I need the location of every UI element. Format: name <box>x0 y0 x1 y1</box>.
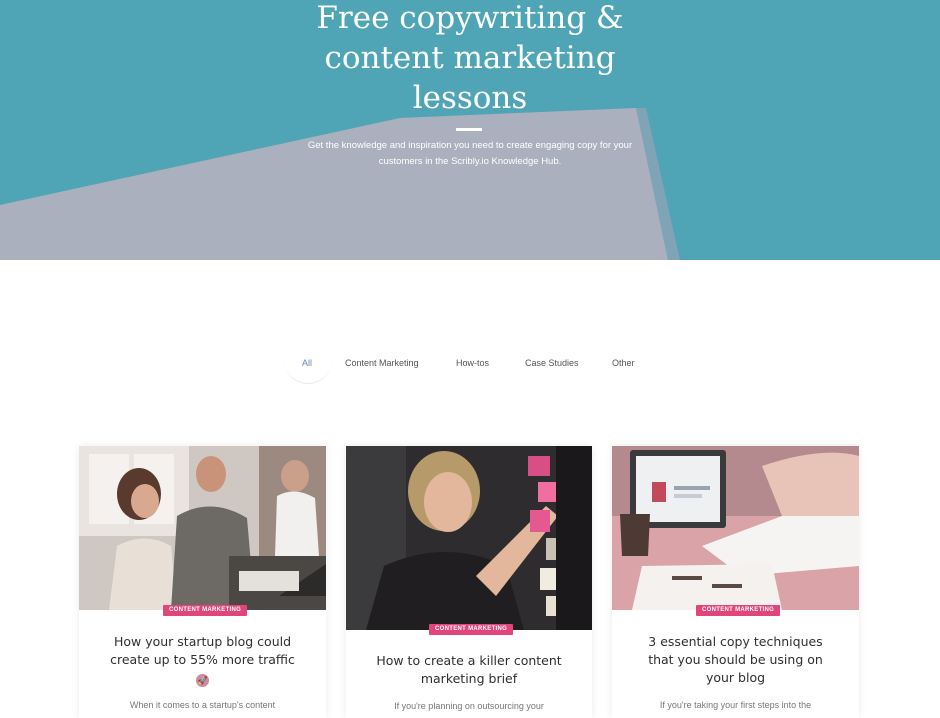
category-badge[interactable]: CONTENT MARKETING <box>696 605 781 616</box>
article-title-line-1: 3 essential copy techniques <box>648 634 823 649</box>
hero-subtitle: Get the knowledge and inspiration you ne… <box>290 138 650 170</box>
article-title-line-2: that you should be using on <box>648 652 823 667</box>
article-image-laptop-coffee[interactable] <box>612 446 859 610</box>
article-title-line-1: How to create a killer content <box>376 653 562 668</box>
article-image-sticky-notes[interactable] <box>346 446 592 630</box>
tab-case-studies[interactable]: Case Studies <box>525 358 579 368</box>
category-badge[interactable]: CONTENT MARKETING <box>163 605 248 616</box>
page-title: Free copywriting & content marketing les… <box>0 0 940 118</box>
tab-other[interactable]: Other <box>612 358 635 368</box>
article-title-line-1: How your startup blog could <box>113 634 292 649</box>
category-filter-tabs: All Content Marketing How-tos Case Studi… <box>0 354 940 384</box>
hero-subtitle-line-2: customers in the Scribly.io Knowledge Hu… <box>378 156 562 167</box>
article-card-2[interactable]: CONTENT MARKETING How to create a killer… <box>346 446 592 718</box>
hero-banner: Free copywriting & content marketing les… <box>0 0 940 260</box>
page-title-line-1: Free copywriting & <box>316 0 624 36</box>
article-excerpt: If you're planning on outsourcing your <box>394 701 544 711</box>
article-excerpt: If you're taking your first steps into t… <box>659 700 812 710</box>
tab-all[interactable]: All <box>302 358 312 368</box>
tab-content-marketing[interactable]: Content Marketing <box>345 358 419 368</box>
title-divider <box>456 128 482 131</box>
article-title-line-2: marketing brief <box>420 671 518 686</box>
category-badge[interactable]: CONTENT MARKETING <box>429 624 514 635</box>
article-card-3[interactable]: CONTENT MARKETING 3 essential copy techn… <box>612 446 859 718</box>
article-title-line-2: create up to 55% more traffic <box>110 652 295 667</box>
hero-subtitle-line-1: Get the knowledge and inspiration you ne… <box>307 140 633 151</box>
rocket-emoji-icon: 🚀 <box>196 674 209 687</box>
article-excerpt: When it comes to a startup's content <box>129 700 276 710</box>
tab-how-tos[interactable]: How-tos <box>456 358 489 368</box>
article-title-line-3: your blog <box>705 670 766 685</box>
article-title[interactable]: How your startup blog could create up to… <box>91 633 314 688</box>
article-card-1[interactable]: CONTENT MARKETING How your startup blog … <box>79 446 326 718</box>
article-image-office-team[interactable] <box>79 446 326 610</box>
article-title[interactable]: 3 essential copy techniques that you sho… <box>624 633 847 687</box>
page-title-line-2: content marketing <box>324 40 616 76</box>
article-title[interactable]: How to create a killer content marketing… <box>358 652 580 688</box>
page-title-line-3: lessons <box>412 80 528 116</box>
